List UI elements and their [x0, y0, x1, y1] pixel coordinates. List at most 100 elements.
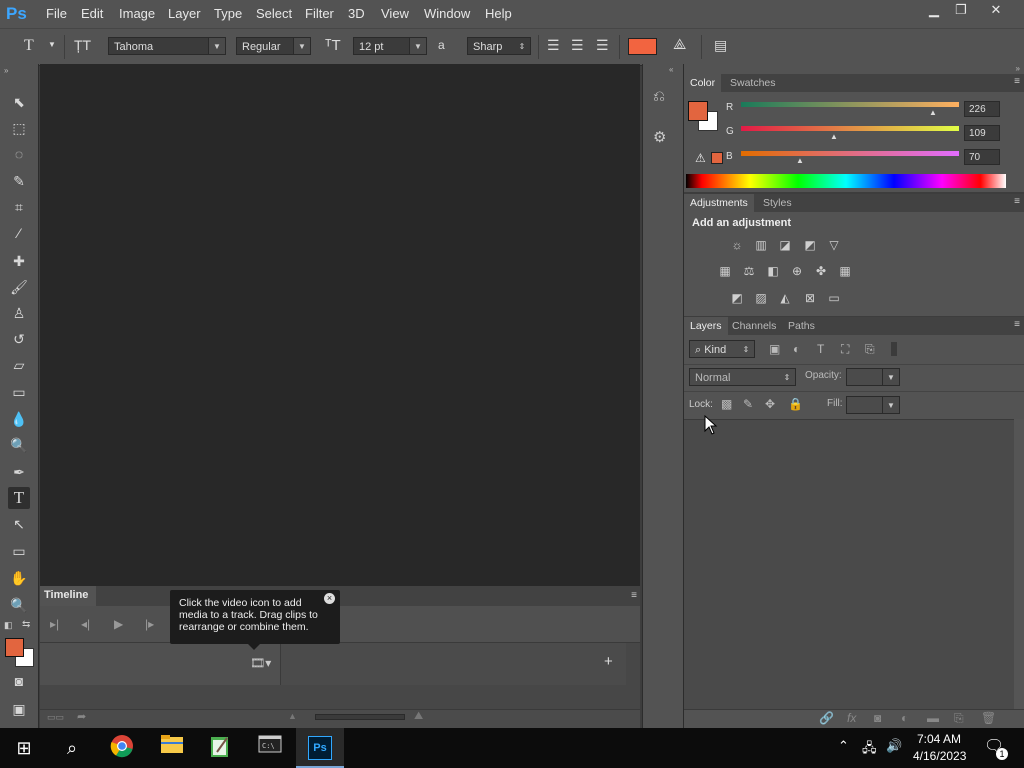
gradient-map-icon[interactable]: ▭: [826, 291, 842, 305]
tab-swatches[interactable]: Swatches: [724, 74, 782, 92]
antialias-select[interactable]: Sharp ⇕: [467, 37, 531, 55]
vibrance-icon[interactable]: ▽: [826, 238, 842, 252]
convert-frames-icon[interactable]: ▭▭: [47, 712, 64, 723]
blend-mode-select[interactable]: Normal ⇕: [689, 368, 796, 386]
green-value[interactable]: 109: [964, 125, 1000, 141]
menu-filter[interactable]: Filter: [305, 6, 334, 21]
add-track-icon[interactable]: +: [604, 653, 613, 670]
red-value[interactable]: 226: [964, 101, 1000, 117]
black-white-icon[interactable]: ◧: [765, 264, 781, 278]
warning-icon[interactable]: ⚠: [695, 151, 706, 165]
red-slider[interactable]: [741, 102, 959, 107]
new-group-icon[interactable]: ▬: [927, 711, 939, 725]
lasso-tool-icon[interactable]: ◌: [8, 143, 30, 165]
panel-menu-icon[interactable]: ≡: [1014, 76, 1020, 87]
color-lookup-icon[interactable]: ▦: [837, 264, 853, 278]
posterize-icon[interactable]: ▨: [753, 291, 769, 305]
brush-tool-icon[interactable]: 🖌: [8, 276, 30, 298]
selective-color-icon[interactable]: ⊠: [802, 291, 818, 305]
link-layers-icon[interactable]: 🔗: [819, 711, 834, 725]
menu-type[interactable]: Type: [214, 6, 242, 21]
collapse-icon[interactable]: »: [1016, 64, 1020, 73]
file-explorer-icon[interactable]: [158, 734, 186, 762]
tab-channels[interactable]: Channels: [726, 317, 782, 335]
levels-icon[interactable]: ▥: [753, 238, 769, 252]
crop-tool-icon[interactable]: ⌗: [8, 196, 30, 218]
play-icon[interactable]: ▶: [114, 617, 123, 631]
menu-window[interactable]: Window: [424, 6, 470, 21]
volume-icon[interactable]: 🔊: [886, 738, 902, 754]
layer-filter-kind-select[interactable]: ⌕ Kind ⇕: [689, 340, 755, 358]
clock-date[interactable]: 4/16/2023: [913, 749, 966, 763]
render-video-icon[interactable]: ➦: [77, 710, 86, 723]
video-track-icon[interactable]: 🎞▾: [250, 656, 271, 670]
photoshop-taskbar-item[interactable]: Ps: [296, 728, 344, 768]
blue-value[interactable]: 70: [964, 149, 1000, 165]
type-tool-icon[interactable]: T: [8, 487, 30, 509]
timeline-zoom-slider[interactable]: [315, 714, 405, 720]
gradient-tool-icon[interactable]: ▭: [8, 381, 30, 403]
opacity-field[interactable]: ▼: [846, 368, 900, 386]
new-adjustment-layer-icon[interactable]: ◐: [901, 711, 908, 725]
blue-slider[interactable]: [741, 151, 959, 156]
eraser-tool-icon[interactable]: ▱: [8, 354, 30, 376]
next-frame-icon[interactable]: |▸: [145, 617, 154, 631]
warp-text-icon[interactable]: ⟁: [673, 36, 686, 53]
zoom-out-icon[interactable]: ▲: [288, 711, 297, 721]
panel-menu-icon[interactable]: ≡: [1014, 196, 1020, 207]
filter-pixel-icon[interactable]: ▣: [769, 342, 780, 356]
font-style-select[interactable]: Regular ▼: [236, 37, 311, 55]
dodge-tool-icon[interactable]: 🔍: [8, 434, 30, 456]
panel-menu-icon[interactable]: ≡: [631, 590, 637, 601]
move-tool-icon[interactable]: ⬉: [8, 91, 30, 113]
filter-adjustment-icon[interactable]: ◐: [793, 342, 800, 356]
chrome-icon[interactable]: [108, 734, 136, 762]
lock-all-icon[interactable]: 🔒: [788, 397, 803, 411]
filter-toggle[interactable]: [891, 342, 897, 356]
character-panel-icon[interactable]: ▤: [714, 37, 727, 54]
green-slider[interactable]: [741, 126, 959, 131]
tab-color[interactable]: Color: [684, 74, 722, 92]
expand-icon[interactable]: «: [669, 65, 673, 74]
filter-shape-icon[interactable]: ⛶: [841, 342, 849, 357]
clone-stamp-tool-icon[interactable]: ♙: [8, 302, 30, 324]
history-panel-icon[interactable]: ⎌: [653, 88, 665, 105]
marquee-tool-icon[interactable]: ⬚: [8, 117, 30, 139]
notepad-icon[interactable]: [206, 734, 234, 762]
search-icon[interactable]: ⌕: [58, 734, 86, 762]
fill-field[interactable]: ▼: [846, 396, 900, 414]
foreground-color-swatch[interactable]: [688, 101, 708, 121]
tab-layers[interactable]: Layers: [684, 317, 728, 335]
default-colors-icon[interactable]: ◧: [4, 620, 13, 631]
invert-icon[interactable]: ◩: [729, 291, 745, 305]
add-mask-icon[interactable]: ◙: [874, 711, 881, 725]
out-of-gamut-swatch[interactable]: [711, 152, 723, 164]
threshold-icon[interactable]: ◭: [777, 291, 793, 305]
slider-thumb[interactable]: ▲: [929, 108, 937, 117]
clock-time[interactable]: 7:04 AM: [917, 732, 961, 746]
close-button[interactable]: ✕: [980, 0, 1012, 20]
rectangle-tool-icon[interactable]: ▭: [8, 540, 30, 562]
menu-layer[interactable]: Layer: [168, 6, 201, 21]
toggle-text-orientation-icon[interactable]: ȚT: [74, 37, 91, 53]
font-family-select[interactable]: Tahoma ▼: [108, 37, 226, 55]
tab-styles[interactable]: Styles: [757, 194, 798, 212]
chevron-up-icon[interactable]: ⌃: [838, 738, 849, 754]
align-left-icon[interactable]: ☰: [547, 37, 560, 54]
swap-colors-icon[interactable]: ⇆: [22, 619, 30, 630]
font-size-select[interactable]: 12 pt ▼: [353, 37, 427, 55]
command-prompt-icon[interactable]: C:\: [256, 734, 284, 762]
new-layer-icon[interactable]: ⎘: [954, 711, 964, 726]
curves-icon[interactable]: ◪: [777, 238, 793, 252]
color-balance-icon[interactable]: ⚖: [741, 264, 757, 278]
close-icon[interactable]: ×: [324, 593, 335, 604]
healing-brush-tool-icon[interactable]: ✚: [8, 250, 30, 272]
network-icon[interactable]: 🖧: [862, 739, 877, 761]
lock-position-icon[interactable]: ✥: [765, 397, 775, 411]
slider-thumb[interactable]: ▲: [796, 156, 804, 165]
menu-view[interactable]: View: [381, 6, 409, 21]
properties-panel-icon[interactable]: ⚙: [653, 128, 666, 146]
lock-transparent-icon[interactable]: ▩: [721, 397, 732, 411]
path-selection-tool-icon[interactable]: ↖: [8, 513, 30, 535]
photo-filter-icon[interactable]: ⊕: [789, 264, 805, 278]
